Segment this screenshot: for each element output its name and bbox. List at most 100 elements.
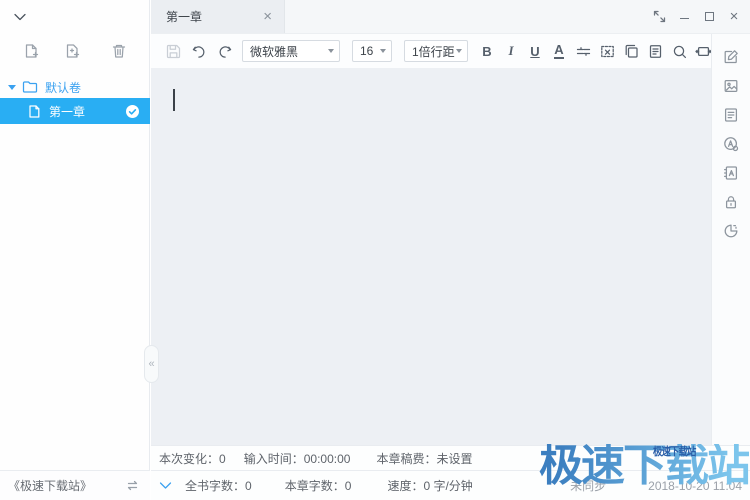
insert-divider-button[interactable] xyxy=(572,40,594,62)
material-book-button[interactable] xyxy=(720,162,742,184)
fullscreen-button[interactable] xyxy=(651,9,667,25)
chapter-sidebar: 默认卷 第一章 《极速下载站》 xyxy=(0,0,150,500)
chapter-tree: 默认卷 第一章 xyxy=(0,76,150,124)
fullscreen-icon xyxy=(653,10,666,23)
copy-icon xyxy=(623,43,640,60)
stat-input-time: 输入时间：00:00:00 xyxy=(244,450,351,467)
write-mode-button[interactable] xyxy=(720,46,742,68)
letter-circle-icon xyxy=(722,135,740,153)
volume-label: 默认卷 xyxy=(45,79,81,96)
bold-icon: B xyxy=(482,44,491,59)
chevron-down-icon xyxy=(380,49,386,53)
editor-area[interactable] xyxy=(151,68,711,445)
divider-lines-icon xyxy=(575,43,592,60)
search-icon xyxy=(671,43,688,60)
main-area: 第一章 × × xyxy=(151,0,750,500)
chevron-down-icon xyxy=(456,49,462,53)
text-caret xyxy=(173,89,175,111)
font-family-select[interactable]: 微软雅黑 xyxy=(242,40,340,62)
sort-swap-button[interactable] xyxy=(124,477,142,495)
tree-item-chapter-selected[interactable]: 第一章 xyxy=(0,98,150,124)
tab-close-button[interactable]: × xyxy=(261,9,274,24)
save-button[interactable] xyxy=(162,40,184,62)
stat-chapter-words: 本章字数：0 xyxy=(285,477,352,494)
image-icon xyxy=(722,77,740,95)
tab-label: 第一章 xyxy=(166,8,202,25)
maximize-icon xyxy=(705,12,714,21)
chapter-label: 第一章 xyxy=(49,103,85,120)
sidebar-menu-chevron-icon[interactable] xyxy=(13,10,31,24)
stat-changes: 本次变化：0 xyxy=(159,450,226,467)
book-title: 《极速下载站》 xyxy=(8,477,92,494)
bold-button[interactable]: B xyxy=(476,40,498,62)
document-lines-icon xyxy=(647,43,664,60)
stat-chapter-fee: 本章稿费：未设置 xyxy=(376,450,472,467)
sidebar-collapse-handle[interactable]: « xyxy=(144,345,159,383)
sidebar-footer: 《极速下载站》 xyxy=(0,470,150,500)
file-plus-icon xyxy=(22,42,40,60)
new-chapter-button[interactable] xyxy=(20,40,42,62)
insert-image-button[interactable] xyxy=(720,75,742,97)
font-size-value: 16 xyxy=(360,44,373,58)
stats-timer-button[interactable] xyxy=(720,220,742,242)
write-pencil-icon xyxy=(722,48,740,66)
lock-button[interactable] xyxy=(720,191,742,213)
sidebar-action-bar xyxy=(0,38,150,64)
screenshot-icon xyxy=(599,43,616,60)
save-icon xyxy=(165,43,182,60)
word-count-bar: 全书字数：0 本章字数：0 速度：0 字/分钟 未同步 2018-10-20 1… xyxy=(151,470,750,500)
tab-bar: 第一章 × × xyxy=(151,0,750,34)
screenshot-button[interactable] xyxy=(596,40,618,62)
chevron-down-icon xyxy=(328,49,334,53)
minimize-icon xyxy=(680,18,689,19)
expand-caret-icon[interactable] xyxy=(8,85,16,90)
document-icon xyxy=(27,104,41,119)
session-stats-bar: 本次变化：0 输入时间：00:00:00 本章稿费：未设置 xyxy=(151,445,750,470)
lock-icon xyxy=(722,193,740,211)
font-color-icon: A xyxy=(554,43,563,59)
letter-book-icon xyxy=(722,164,740,182)
underline-icon: U xyxy=(530,44,539,59)
copy-button[interactable] xyxy=(620,40,642,62)
tab-chapter-one[interactable]: 第一章 × xyxy=(151,0,285,33)
line-spacing-value: 1倍行距 xyxy=(412,43,455,60)
delete-button[interactable] xyxy=(108,40,130,62)
tree-item-volume[interactable]: 默认卷 xyxy=(0,76,150,98)
chapter-info-button[interactable] xyxy=(644,40,666,62)
maximize-button[interactable] xyxy=(701,9,717,25)
right-tool-rail xyxy=(711,34,750,445)
format-toolbar: 微软雅黑 16 1倍行距 B I U A xyxy=(151,34,711,68)
outline-notes-icon xyxy=(722,106,740,124)
undo-button[interactable] xyxy=(188,40,210,62)
undo-icon xyxy=(191,43,208,60)
spellcheck-button[interactable] xyxy=(720,133,742,155)
minimize-button[interactable] xyxy=(676,9,692,25)
window-controls: × xyxy=(651,0,742,33)
focus-mode-icon xyxy=(695,43,712,60)
new-volume-button[interactable] xyxy=(61,40,83,62)
italic-button[interactable]: I xyxy=(500,40,522,62)
search-button[interactable] xyxy=(668,40,690,62)
close-icon: × xyxy=(730,9,739,24)
stat-book-words: 全书字数：0 xyxy=(185,477,252,494)
volume-plus-icon xyxy=(63,42,81,60)
outline-button[interactable] xyxy=(720,104,742,126)
close-button[interactable]: × xyxy=(726,9,742,25)
swap-arrows-icon xyxy=(125,478,140,493)
font-color-button[interactable]: A xyxy=(548,40,570,62)
underline-button[interactable]: U xyxy=(524,40,546,62)
line-spacing-select[interactable]: 1倍行距 xyxy=(404,40,468,62)
italic-icon: I xyxy=(508,43,513,59)
collapse-left-icon: « xyxy=(148,358,154,370)
font-size-select[interactable]: 16 xyxy=(352,40,392,62)
redo-button[interactable] xyxy=(213,40,235,62)
redo-icon xyxy=(216,43,233,60)
saved-check-badge-icon xyxy=(125,104,140,119)
trash-icon xyxy=(110,42,128,60)
pie-timer-icon xyxy=(722,222,740,240)
stats-expand-chevron-icon[interactable] xyxy=(159,480,175,492)
sync-status: 未同步 xyxy=(570,477,606,494)
folder-icon xyxy=(22,80,38,94)
writing-app-window: 默认卷 第一章 《极速下载站》 « xyxy=(0,0,750,500)
font-family-value: 微软雅黑 xyxy=(250,43,298,60)
